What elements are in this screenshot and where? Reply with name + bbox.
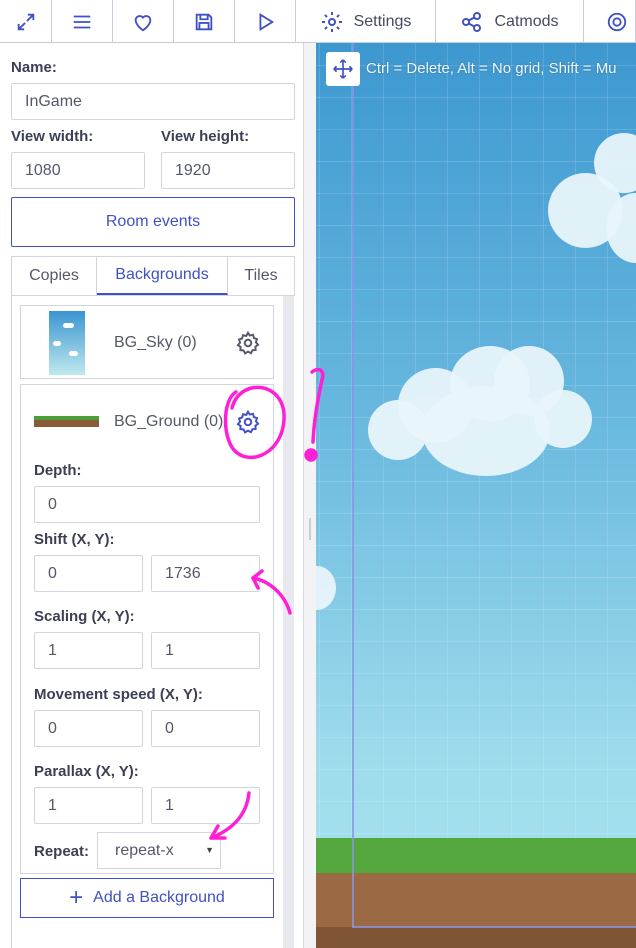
chevron-down-icon: ▼ xyxy=(205,845,214,855)
canvas-hint: Ctrl = Delete, Alt = No grid, Shift = Mu xyxy=(366,60,617,77)
expand-icon xyxy=(17,13,34,30)
view-height-label: View height: xyxy=(161,128,250,145)
settings-button[interactable]: Settings xyxy=(296,0,436,42)
save-button[interactable] xyxy=(174,0,235,42)
catmods-button[interactable]: Catmods xyxy=(436,0,584,42)
settings-label: Settings xyxy=(353,12,412,30)
ground-grass xyxy=(316,838,636,878)
room-properties-panel: Name: InGame View width: View height: 10… xyxy=(0,43,304,948)
parallax-x-input[interactable]: 1 xyxy=(34,787,143,824)
catmods-label: Catmods xyxy=(494,12,559,30)
repeat-label: Repeat: xyxy=(34,843,90,860)
movement-x-input[interactable]: 0 xyxy=(34,710,143,747)
view-width-input[interactable]: 1080 xyxy=(11,152,145,189)
movement-y-input[interactable]: 0 xyxy=(151,710,260,747)
room-events-button[interactable]: Room events xyxy=(11,197,295,247)
scaling-x-input[interactable]: 1 xyxy=(34,632,143,669)
depth-input[interactable]: 0 xyxy=(34,486,260,523)
gear-icon xyxy=(321,11,342,32)
move-arrows-icon xyxy=(333,59,353,79)
tab-tiles[interactable]: Tiles xyxy=(228,257,294,295)
repeat-select[interactable]: repeat-x ▼ xyxy=(97,832,221,869)
share-nodes-icon xyxy=(462,11,482,32)
play-icon xyxy=(259,12,275,31)
tab-backgrounds[interactable]: Backgrounds xyxy=(97,257,228,295)
repeat-value: repeat-x xyxy=(115,842,174,859)
ground-thumbnail xyxy=(34,416,99,427)
gear-icon[interactable] xyxy=(235,330,261,356)
sky-thumbnail xyxy=(49,311,85,375)
shift-x-input[interactable]: 0 xyxy=(34,555,143,592)
background-name: BG_Ground (0) xyxy=(114,413,224,430)
movement-speed-label: Movement speed (X, Y): xyxy=(34,686,203,703)
room-boundary-bottom xyxy=(352,926,636,928)
toolbar: Settings Catmods xyxy=(0,0,636,43)
scaling-label: Scaling (X, Y): xyxy=(34,608,135,625)
hamburger-icon xyxy=(73,15,91,28)
backgrounds-scrollbar[interactable] xyxy=(283,296,294,948)
view-height-input[interactable]: 1920 xyxy=(161,152,295,189)
depth-label: Depth: xyxy=(34,462,82,479)
tab-copies[interactable]: Copies xyxy=(12,257,97,295)
name-input[interactable]: InGame xyxy=(11,83,295,120)
heart-icon xyxy=(134,14,152,31)
scaling-y-input[interactable]: 1 xyxy=(151,632,260,669)
fullscreen-button[interactable] xyxy=(0,0,52,42)
room-boundary xyxy=(352,43,354,927)
swirl-icon xyxy=(607,12,627,31)
more-button[interactable] xyxy=(584,0,636,42)
parallax-y-input[interactable]: 1 xyxy=(151,787,260,824)
menu-button[interactable] xyxy=(52,0,113,42)
panel-splitter[interactable] xyxy=(304,43,316,948)
ground-dirt-dark xyxy=(316,927,636,948)
play-button[interactable] xyxy=(235,0,296,42)
favorite-button[interactable] xyxy=(113,0,174,42)
name-label: Name: xyxy=(11,59,57,76)
move-tool-button[interactable] xyxy=(326,52,360,86)
room-canvas[interactable]: Ctrl = Delete, Alt = No grid, Shift = Mu xyxy=(316,43,636,948)
plus-icon: + xyxy=(69,884,84,911)
shift-label: Shift (X, Y): xyxy=(34,531,115,548)
add-background-label: Add a Background xyxy=(93,889,225,906)
view-width-label: View width: xyxy=(11,128,94,145)
add-background-button[interactable]: + Add a Background xyxy=(20,878,274,918)
panel-tabs: Copies Backgrounds Tiles xyxy=(11,256,295,296)
background-card-sky[interactable]: BG_Sky (0) xyxy=(20,305,274,379)
gear-icon[interactable] xyxy=(235,409,261,435)
parallax-label: Parallax (X, Y): xyxy=(34,763,139,780)
background-name: BG_Sky (0) xyxy=(114,334,197,351)
save-icon xyxy=(195,13,213,30)
shift-y-input[interactable]: 1736 xyxy=(151,555,260,592)
